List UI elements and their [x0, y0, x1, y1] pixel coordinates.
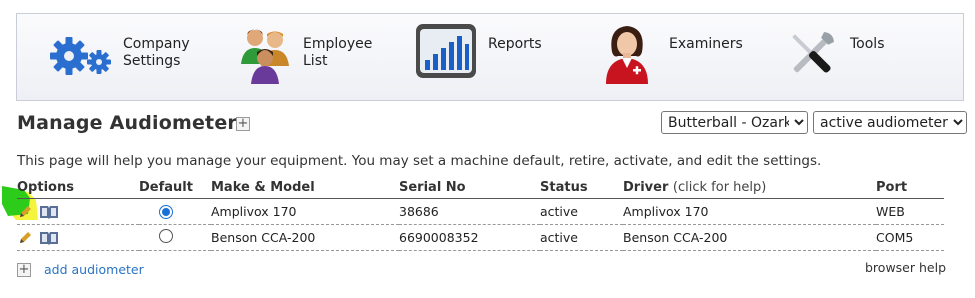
- nav-label: Employee List: [303, 36, 373, 69]
- tools-icon: [792, 32, 834, 73]
- nav-label: Tools: [850, 36, 885, 52]
- edit-pencil-icon[interactable]: [17, 230, 33, 246]
- nav-examiners[interactable]: Examiners: [602, 14, 762, 100]
- table-row: Amplivox 170 38686 active Amplivox 170 W…: [17, 198, 944, 225]
- filter-select[interactable]: active audiometers: [813, 111, 967, 134]
- book-icon[interactable]: [39, 230, 59, 246]
- row-port: COM5: [876, 224, 944, 251]
- add-audiometer-plus-button[interactable]: +: [236, 117, 250, 131]
- row-options: [17, 224, 139, 251]
- col-make-model: Make & Model: [211, 177, 399, 199]
- top-nav: Company Settings Employee List Reports E…: [16, 13, 964, 101]
- nav-label: Reports: [488, 36, 542, 52]
- gears-icon: [50, 37, 111, 75]
- nav-label: Company Settings: [123, 36, 190, 69]
- driver-help-link[interactable]: (click for help): [673, 180, 766, 195]
- table-row: Benson CCA-200 6690008352 active Benson …: [17, 224, 944, 251]
- add-audiometer-row: + add audiometer: [17, 262, 144, 277]
- row-default: [139, 224, 211, 251]
- col-serial: Serial No: [399, 177, 540, 199]
- edit-pencil-icon[interactable]: [17, 204, 33, 220]
- page-title: Manage Audiometers: [17, 112, 249, 134]
- row-serial: 38686: [399, 198, 540, 225]
- col-options: Options: [17, 177, 139, 199]
- nav-reports[interactable]: Reports: [414, 14, 574, 100]
- default-radio[interactable]: [159, 205, 173, 219]
- row-driver: Benson CCA-200: [623, 224, 876, 251]
- page-description: This page will help you manage your equi…: [17, 153, 822, 169]
- bar-chart-icon: [416, 24, 476, 78]
- audiometer-table: Options Default Make & Model Serial No S…: [17, 177, 944, 251]
- add-plus-icon[interactable]: +: [17, 262, 31, 277]
- col-driver[interactable]: Driver (click for help): [623, 177, 876, 199]
- people-icon: [241, 29, 289, 84]
- row-serial: 6690008352: [399, 224, 540, 251]
- row-status: active: [540, 224, 623, 251]
- row-make-model: Amplivox 170: [211, 198, 399, 225]
- book-icon[interactable]: [39, 204, 59, 220]
- row-default: [139, 198, 211, 225]
- nav-label: Examiners: [669, 36, 743, 52]
- row-driver: Amplivox 170: [623, 198, 876, 225]
- driver-header-label: Driver: [623, 180, 669, 195]
- default-radio[interactable]: [159, 229, 173, 243]
- table-header-row: Options Default Make & Model Serial No S…: [17, 177, 944, 199]
- location-select[interactable]: Butterball - Ozark: [661, 111, 808, 134]
- nav-tools[interactable]: Tools: [787, 14, 937, 100]
- nav-employee-list[interactable]: Employee List: [237, 14, 387, 100]
- browser-help-link[interactable]: browser help: [865, 260, 946, 275]
- nav-company-settings[interactable]: Company Settings: [47, 14, 217, 100]
- examiner-icon: [606, 26, 648, 84]
- add-audiometer-link[interactable]: add audiometer: [44, 262, 144, 277]
- row-port: WEB: [876, 198, 944, 225]
- col-status: Status: [540, 177, 623, 199]
- col-port: Port: [876, 177, 944, 199]
- row-options: [17, 198, 139, 225]
- row-status: active: [540, 198, 623, 225]
- col-default: Default: [139, 177, 211, 199]
- row-make-model: Benson CCA-200: [211, 224, 399, 251]
